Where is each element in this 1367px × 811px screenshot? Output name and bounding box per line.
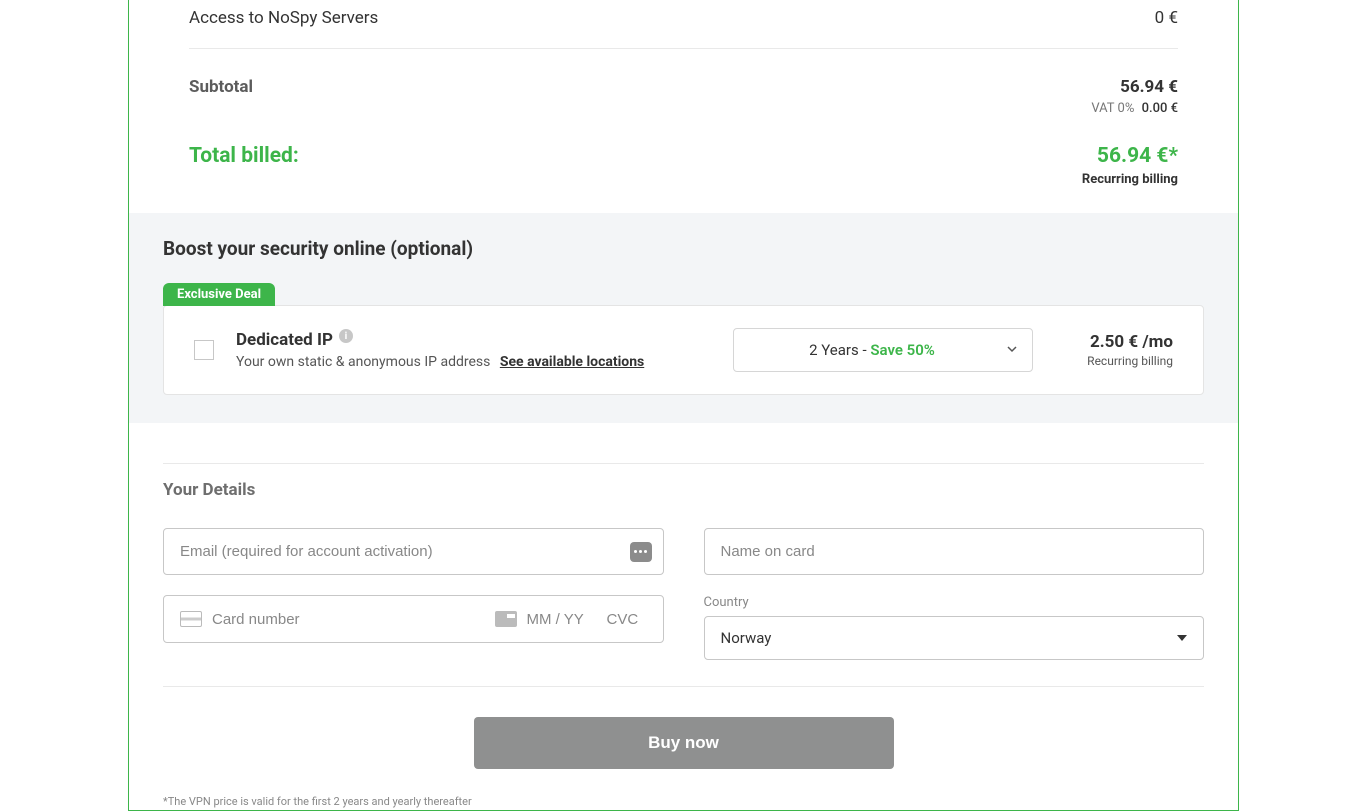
card-back-icon [495, 611, 517, 627]
addon-term-dropdown[interactable]: 2 Years - Save 50% [733, 328, 1033, 372]
email-wrap [163, 528, 664, 575]
country-block: Country Norway [704, 595, 1205, 660]
caret-down-icon [1177, 629, 1187, 647]
vat-line: VAT 0% 0.00 € [1091, 101, 1178, 116]
card-cvc-input[interactable] [607, 611, 647, 628]
see-locations-link[interactable]: See available locations [500, 354, 644, 370]
your-details-heading: Your Details [163, 480, 1204, 500]
nospy-label: Access to NoSpy Servers [189, 8, 378, 28]
card-row [163, 595, 664, 643]
addon-dedicated-ip: Dedicated IP i Your own static & anonymo… [163, 305, 1204, 395]
total-label: Total billed: [189, 144, 299, 168]
name-wrap [704, 528, 1205, 575]
country-label: Country [704, 595, 1205, 610]
total-recurring: Recurring billing [1082, 172, 1178, 187]
divider [163, 463, 1204, 464]
divider [163, 686, 1204, 687]
subtotal-label: Subtotal [189, 77, 253, 97]
addon-price-note: Recurring billing [1053, 354, 1173, 368]
card-expiry-input[interactable] [527, 611, 597, 628]
card-number-input[interactable] [212, 611, 485, 628]
country-value: Norway [721, 629, 772, 647]
total-value: 56.94 €* [1082, 144, 1178, 168]
addon-checkbox[interactable] [194, 340, 214, 360]
subtotal-value: 56.94 € [1091, 77, 1178, 97]
addon-title: Dedicated IP i [236, 330, 353, 350]
exclusive-deal-badge: Exclusive Deal [163, 283, 275, 306]
addon-price: 2.50 € /mo Recurring billing [1053, 332, 1173, 368]
card-front-icon [180, 611, 202, 627]
subtotal-row: Subtotal 56.94 € VAT 0% 0.00 € [189, 49, 1178, 124]
addon-price-amount: 2.50 € /mo [1053, 332, 1173, 352]
email-input[interactable] [163, 528, 664, 575]
name-on-card-input[interactable] [704, 528, 1205, 575]
nospy-value: 0 € [1155, 8, 1178, 28]
boost-heading: Boost your security online (optional) [163, 237, 1204, 260]
info-icon[interactable]: i [339, 329, 353, 343]
chevron-down-icon [1006, 341, 1018, 359]
vat-amount: 0.00 € [1142, 101, 1178, 116]
buy-now-button[interactable]: Buy now [474, 717, 894, 769]
country-select[interactable]: Norway [704, 616, 1205, 660]
vat-label: VAT 0% [1091, 101, 1134, 116]
password-manager-icon[interactable] [630, 542, 652, 562]
total-row: Total billed: 56.94 €* Recurring billing [189, 124, 1178, 213]
boost-section: Boost your security online (optional) Ex… [129, 213, 1238, 423]
line-item-nospy: Access to NoSpy Servers 0 € [189, 0, 1178, 49]
addon-desc: Your own static & anonymous IP address S… [236, 354, 644, 370]
